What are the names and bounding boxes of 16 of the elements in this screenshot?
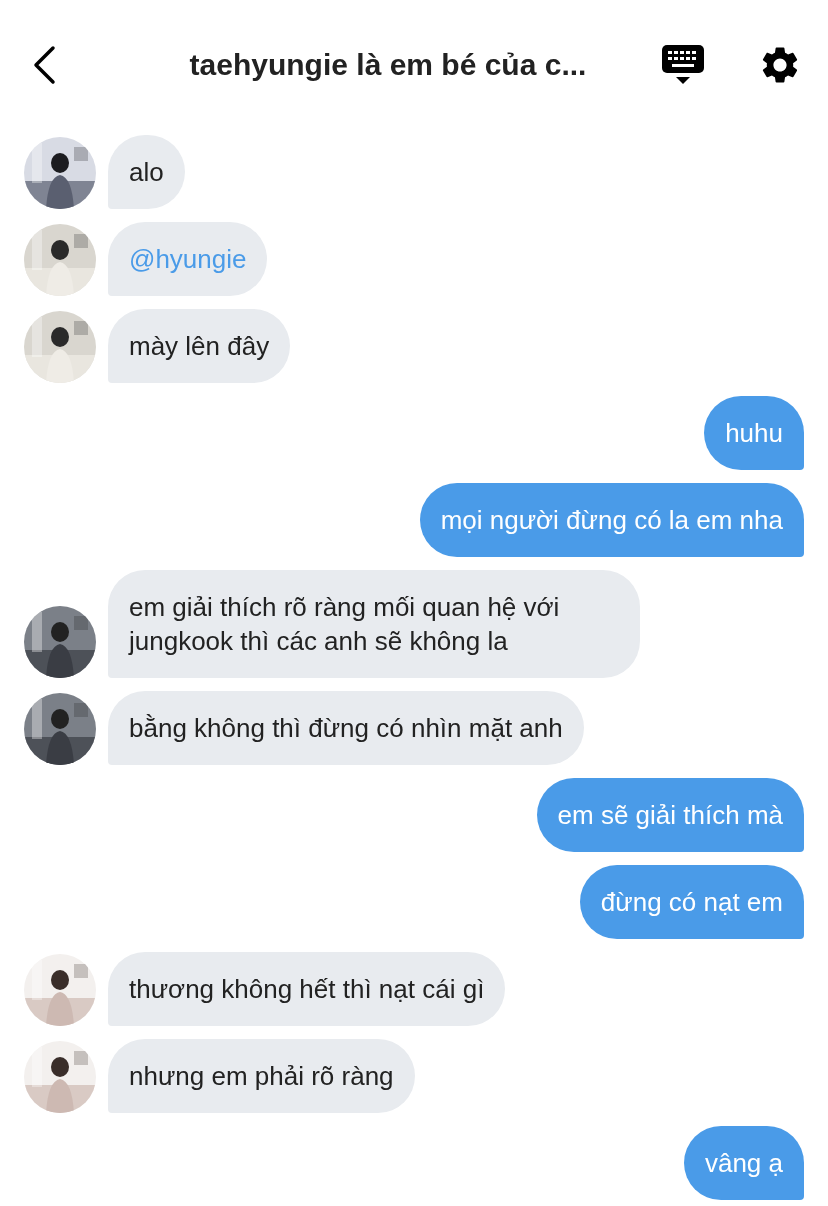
- message-bubble: vâng ạ: [683, 1126, 804, 1200]
- mention-message: @hyungie: [108, 222, 268, 296]
- message-bubble: em sẽ giải thích mà: [536, 778, 804, 852]
- message-bubble: alo: [108, 135, 185, 209]
- chat-title: taehyungie là em bé của c...: [188, 47, 588, 82]
- back-icon: [31, 44, 57, 85]
- message-bubble: thương không hết thì nạt cái gì: [108, 952, 506, 1026]
- message-bubble: đừng có nạt em: [579, 865, 804, 939]
- message-bubble: mọi người đừng có la em nha: [419, 483, 804, 557]
- message-bubble: nhưng em phải rõ ràng: [108, 1039, 415, 1113]
- message-bubble: bằng không thì đừng có nhìn mặt anh: [108, 691, 584, 765]
- message-bubble: huhu: [704, 396, 804, 470]
- keyboard-icon: [660, 42, 706, 87]
- message-bubble: mày lên đây: [108, 309, 291, 383]
- keyboard-button[interactable]: [660, 42, 706, 87]
- message-bubble: em giải thích rõ ràng mối quan hệ với jungkook thì các anh sẽ không la: [108, 570, 640, 678]
